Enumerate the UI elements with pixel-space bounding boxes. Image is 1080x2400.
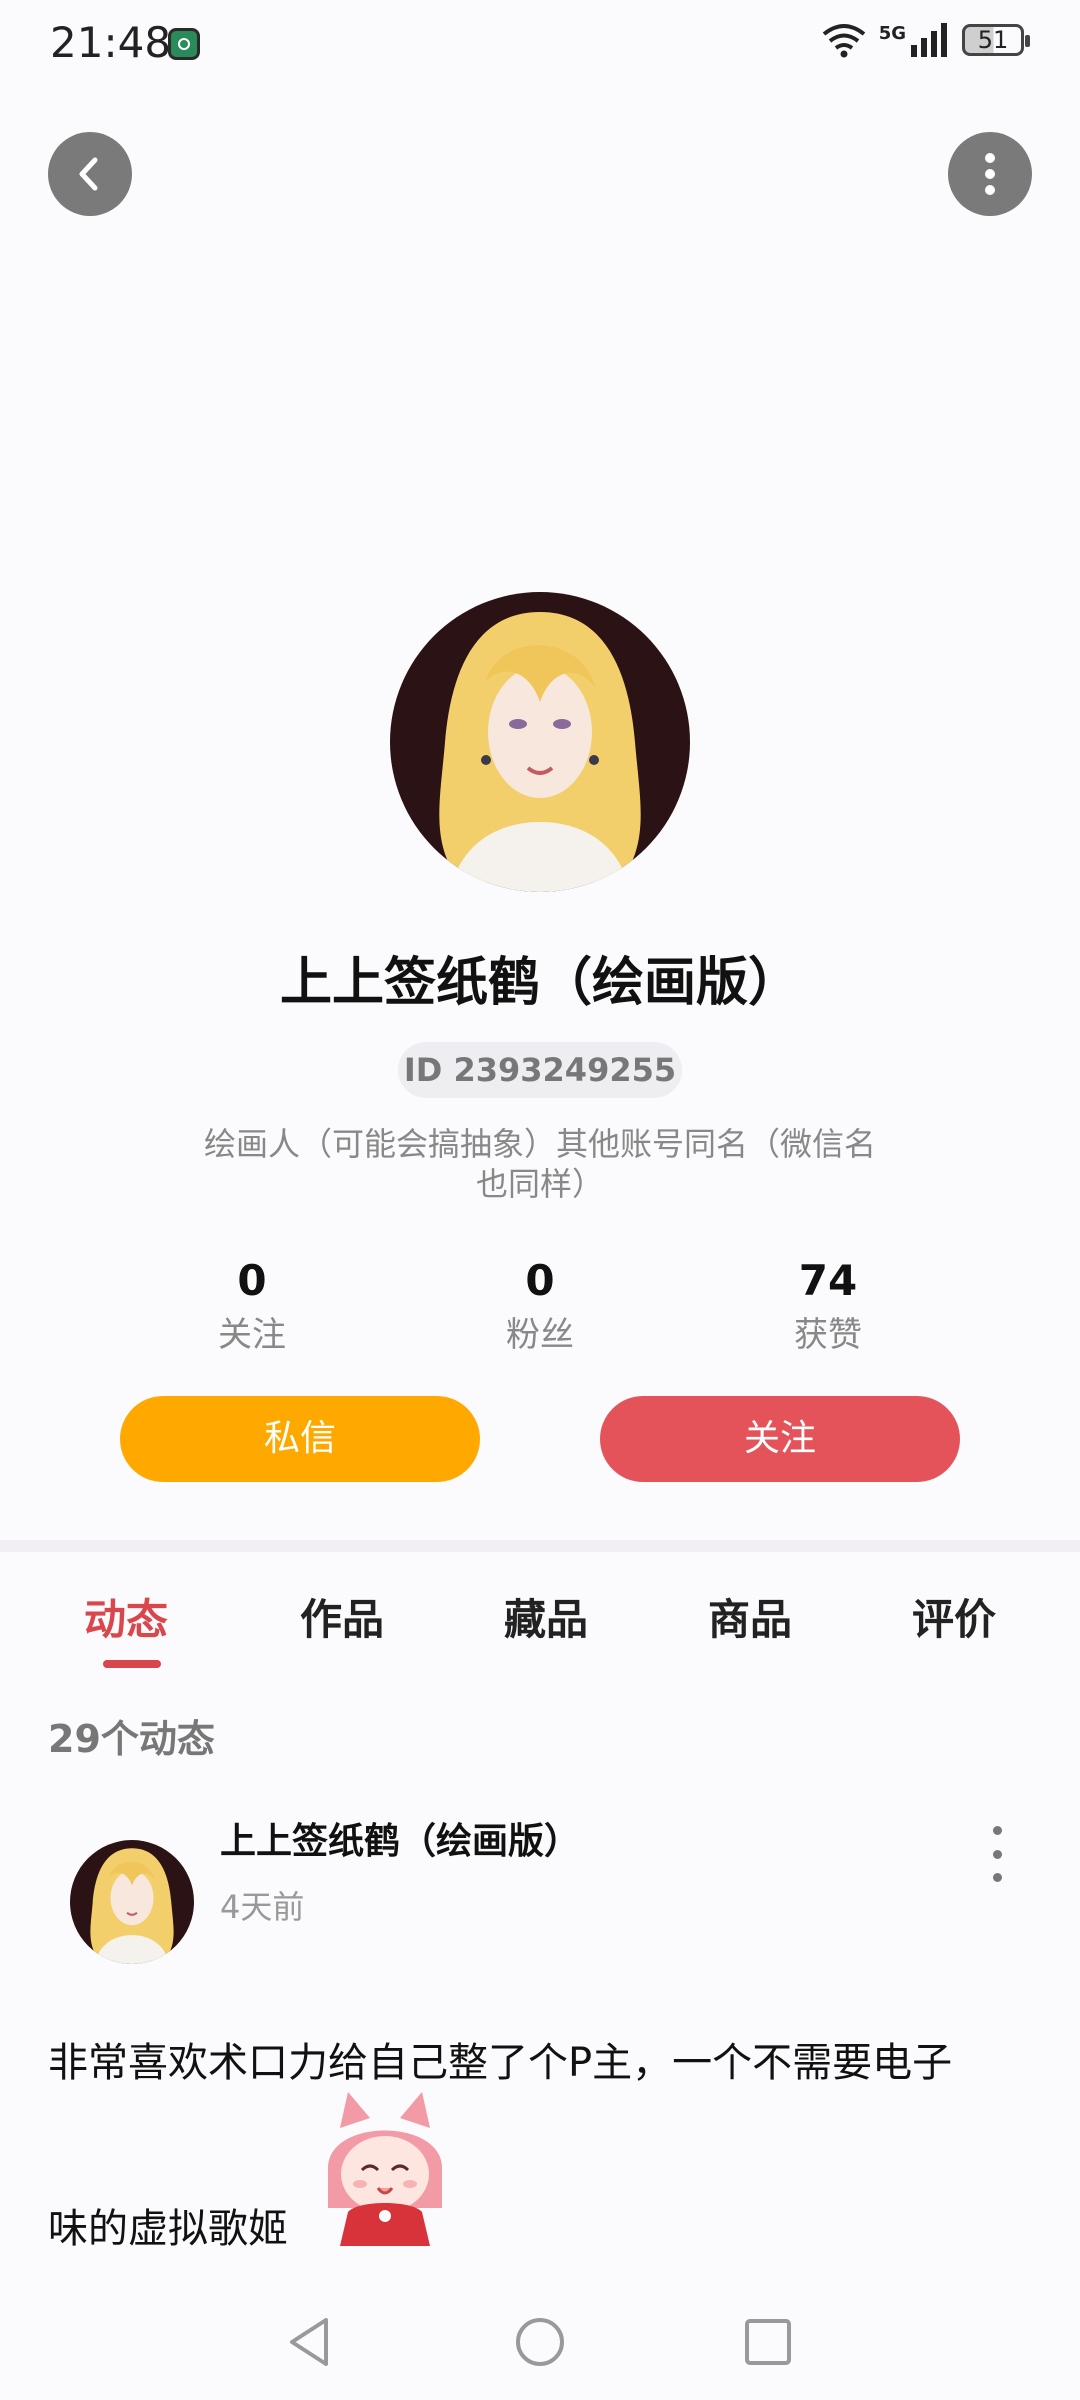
profile-avatar[interactable]	[390, 592, 690, 892]
profile-bio: 绘画人（可能会搞抽象）其他账号同名（微信名 也同样）	[180, 1124, 900, 1204]
battery-icon: 51	[962, 24, 1030, 56]
tab-collection[interactable]: 藏品	[504, 1586, 588, 1647]
dot	[992, 1873, 1002, 1882]
likes-label: 获赞	[794, 1315, 862, 1355]
wifi-icon	[822, 24, 865, 58]
nav-back-icon[interactable]	[284, 2314, 334, 2370]
cat-girl-sticker	[318, 2088, 452, 2248]
chevron-left-icon	[79, 157, 98, 191]
tab-reviews[interactable]: 评价	[912, 1586, 996, 1647]
following-label: 关注	[218, 1315, 286, 1355]
network-type-label: 5G	[878, 22, 906, 44]
more-vertical-icon	[985, 153, 995, 195]
post-text-line: 非常喜欢术口力给自己整了个P主，一个不需要电子	[48, 2040, 953, 2086]
tab-products[interactable]: 商品	[708, 1586, 792, 1647]
stat-following[interactable]: 0 关注	[152, 1256, 352, 1356]
message-button[interactable]: 私信	[120, 1396, 480, 1482]
follow-button[interactable]: 关注	[600, 1396, 960, 1482]
post-author-name[interactable]: 上上签纸鹤（绘画版）	[220, 1812, 580, 1864]
user-id-badge[interactable]: ID 2393249255	[398, 1042, 682, 1098]
stat-followers[interactable]: 0 粉丝	[440, 1256, 640, 1356]
post-more-button[interactable]	[982, 1826, 1012, 1882]
section-divider	[0, 1540, 1080, 1552]
status-time: 21:48	[50, 18, 172, 67]
stat-likes[interactable]: 74 获赞	[728, 1256, 928, 1356]
dot	[992, 1826, 1002, 1835]
signal-icon	[911, 23, 947, 57]
following-count: 0	[237, 1256, 267, 1305]
dot	[992, 1849, 1002, 1859]
tab-feed[interactable]: 动态	[84, 1586, 168, 1647]
bio-line: 也同样）	[475, 1165, 604, 1203]
status-indicators: 5G 51	[821, 22, 1030, 58]
post-timestamp: 4天前	[220, 1888, 305, 1926]
nav-home-icon[interactable]	[514, 2316, 566, 2368]
tab-works[interactable]: 作品	[300, 1586, 384, 1647]
nav-recents-icon[interactable]	[744, 2318, 792, 2366]
post-text-line: 味的虚拟歌姬	[48, 2206, 288, 2252]
followers-count: 0	[525, 1256, 555, 1305]
bio-line: 绘画人（可能会搞抽象）其他账号同名（微信名	[203, 1125, 876, 1163]
back-button[interactable]	[48, 132, 132, 216]
active-tab-indicator	[103, 1660, 161, 1668]
avatar-illustration	[390, 592, 690, 892]
feed-count: 29个动态	[48, 1717, 215, 1761]
system-navigation-bar	[0, 2300, 1080, 2400]
likes-count: 74	[798, 1256, 858, 1305]
profile-name: 上上签纸鹤（绘画版）	[279, 953, 800, 1013]
notification-app-icon	[168, 28, 200, 60]
followers-label: 粉丝	[506, 1315, 574, 1355]
avatar-illustration	[70, 1840, 194, 1964]
battery-level: 51	[977, 26, 1009, 54]
more-options-button[interactable]	[948, 132, 1032, 216]
post-author-avatar[interactable]	[70, 1840, 194, 1964]
